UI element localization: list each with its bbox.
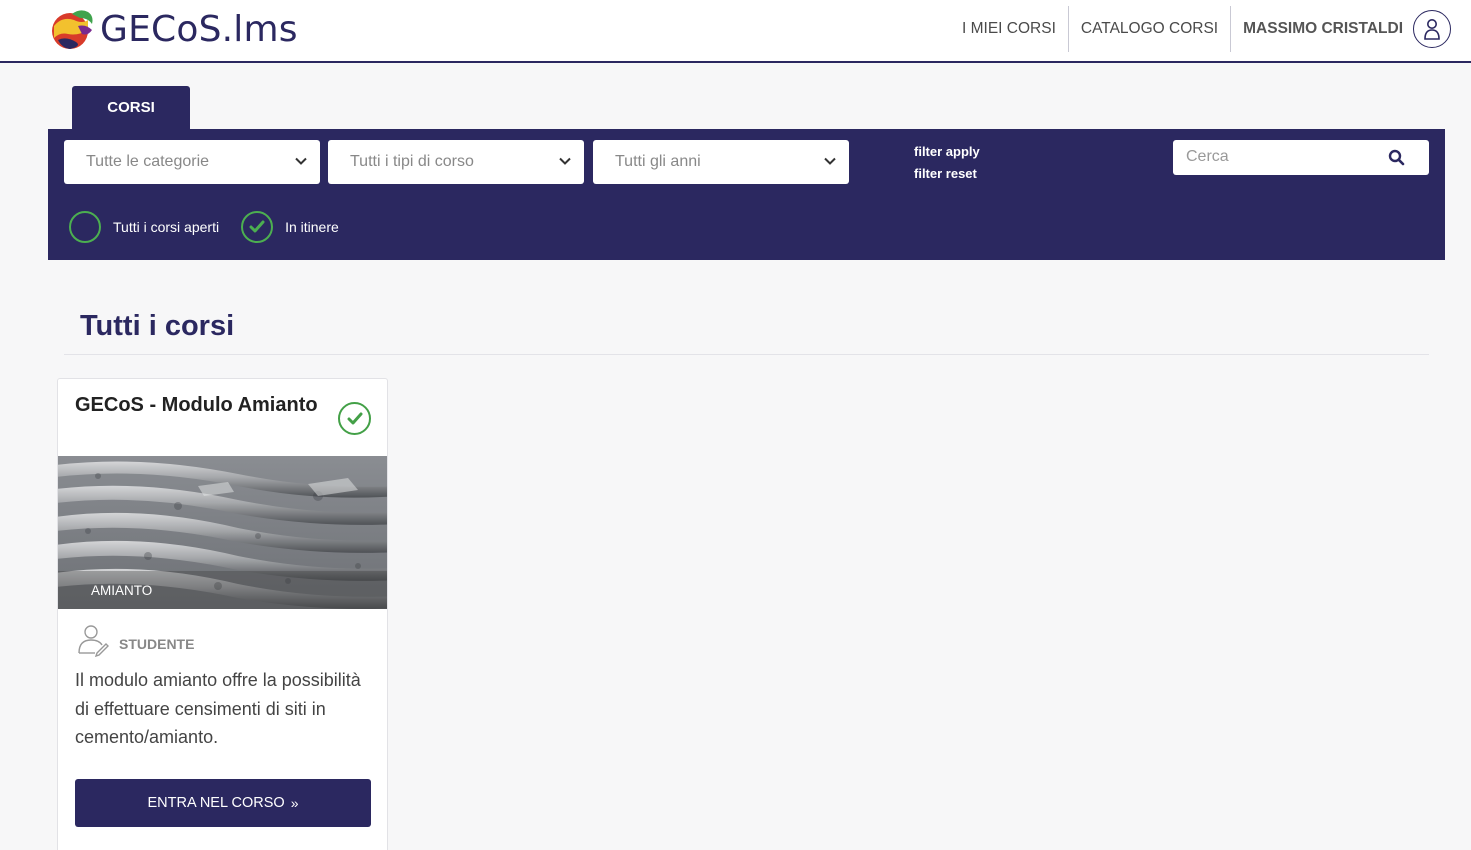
double-chevron-right-icon: » bbox=[290, 795, 299, 811]
course-description: Il modulo amianto offre la possibilità d… bbox=[75, 670, 361, 747]
radio-checked-icon bbox=[241, 211, 274, 243]
tab-corsi[interactable]: CORSI bbox=[72, 86, 190, 129]
year-select[interactable]: Tutti gli anni bbox=[593, 140, 849, 184]
enter-course-button-label: ENTRA NEL CORSO bbox=[147, 795, 285, 811]
category-select-value: Tutte le categorie bbox=[86, 153, 210, 170]
student-icon bbox=[78, 625, 109, 657]
section-title: Tutti i corsi bbox=[80, 310, 235, 342]
status-toggles: Tutti i corsi aperti In itinere bbox=[69, 211, 361, 243]
course-type-select-value: Tutti i tipi di corso bbox=[350, 153, 474, 170]
enter-course-button[interactable]: ENTRA NEL CORSO » bbox=[75, 779, 371, 827]
nav-course-catalog[interactable]: CATALOGO CORSI bbox=[1069, 6, 1232, 52]
search-input[interactable] bbox=[1186, 140, 1386, 173]
course-image[interactable]: AMIANTO bbox=[58, 456, 387, 609]
logo[interactable]: GECoS.lms bbox=[48, 6, 298, 52]
year-select-value: Tutti gli anni bbox=[615, 153, 701, 170]
user-avatar[interactable] bbox=[1413, 10, 1451, 48]
toggle-label: In itinere bbox=[285, 219, 339, 235]
nav-my-courses[interactable]: I MIEI CORSI bbox=[962, 6, 1069, 52]
radio-unchecked-icon bbox=[69, 211, 101, 243]
chevron-down-icon bbox=[295, 157, 307, 165]
search-icon[interactable] bbox=[1388, 149, 1405, 166]
category-select[interactable]: Tutte le categorie bbox=[64, 140, 320, 184]
toggle-all-open-courses[interactable]: Tutti i corsi aperti bbox=[69, 211, 219, 243]
course-role: STUDENTE bbox=[75, 623, 194, 657]
check-icon bbox=[249, 220, 265, 233]
logo-text: GECoS.lms bbox=[100, 8, 298, 50]
search-box bbox=[1173, 140, 1429, 175]
toggle-in-progress[interactable]: In itinere bbox=[241, 211, 339, 243]
globe-logo-icon bbox=[52, 10, 93, 49]
filter-apply-link[interactable]: filter apply bbox=[914, 141, 980, 163]
nav-user-name[interactable]: MASSIMO CRISTALDI bbox=[1231, 6, 1413, 52]
top-navbar: GECoS.lms I MIEI CORSI CATALOGO CORSI MA… bbox=[0, 0, 1471, 63]
toggle-label: Tutti i corsi aperti bbox=[113, 219, 220, 235]
course-card: GECoS - Modulo Amianto AMIANTO STUDENTE … bbox=[57, 378, 388, 850]
course-category-label: AMIANTO bbox=[58, 571, 387, 609]
check-icon bbox=[347, 412, 362, 424]
user-icon bbox=[1424, 19, 1440, 40]
filter-actions: filter apply filter reset bbox=[914, 141, 980, 185]
course-title[interactable]: GECoS - Modulo Amianto bbox=[75, 394, 318, 417]
filter-panel: Tutte le categorie Tutti i tipi di corso… bbox=[48, 129, 1445, 260]
chevron-down-icon bbox=[824, 157, 836, 165]
divider bbox=[64, 354, 1429, 355]
main-nav: I MIEI CORSI CATALOGO CORSI MASSIMO CRIS… bbox=[962, 6, 1451, 52]
course-type-select[interactable]: Tutti i tipi di corso bbox=[328, 140, 584, 184]
course-status-badge bbox=[338, 402, 371, 435]
chevron-down-icon bbox=[559, 157, 571, 165]
course-role-label: STUDENTE bbox=[119, 636, 195, 652]
filter-reset-link[interactable]: filter reset bbox=[914, 163, 980, 185]
